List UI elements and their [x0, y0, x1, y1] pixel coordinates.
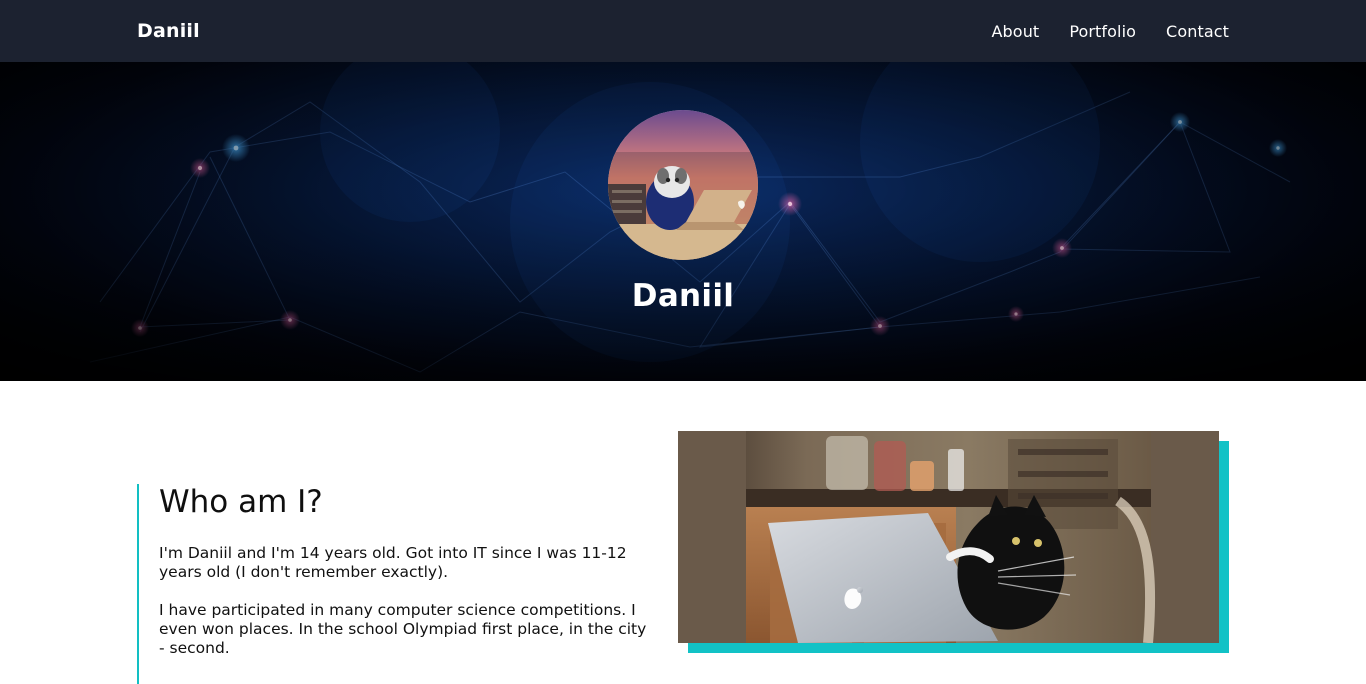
- about-title: Who am I?: [159, 484, 323, 520]
- profile-avatar: [608, 110, 758, 260]
- about-section: Who am I? I'm Daniil and I'm 14 years ol…: [137, 484, 657, 684]
- brand-link[interactable]: Daniil: [137, 20, 200, 42]
- main-content: Who am I? I'm Daniil and I'm 14 years ol…: [0, 381, 1366, 684]
- cat-laptop-avatar-icon: [608, 110, 758, 260]
- hero-section: Daniil: [0, 62, 1366, 381]
- nav-link-about[interactable]: About: [992, 22, 1040, 41]
- top-navbar: Daniil About Portfolio Contact: [0, 0, 1366, 62]
- cat-laptop-photo-icon: [678, 431, 1219, 643]
- about-media: [678, 431, 1229, 653]
- about-paragraph-1: I'm Daniil and I'm 14 years old. Got int…: [159, 544, 627, 581]
- hero-name: Daniil: [631, 278, 735, 314]
- cat-laptop-photo: [678, 431, 1219, 643]
- nav-link-contact[interactable]: Contact: [1166, 22, 1229, 41]
- about-paragraph-2: I have participated in many computer sci…: [159, 601, 647, 657]
- nav-link-portfolio[interactable]: Portfolio: [1069, 22, 1136, 41]
- nav-links: About Portfolio Contact: [992, 22, 1230, 41]
